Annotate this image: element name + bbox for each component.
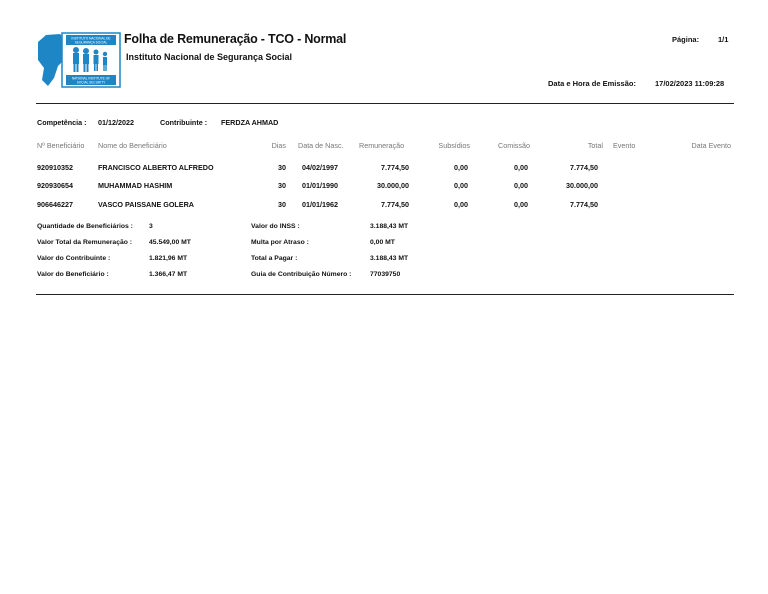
col-header-nasc: Data de Nasc.	[298, 141, 344, 150]
cell-rem: 7.774,50	[381, 200, 409, 209]
cell-com: 0,00	[514, 181, 528, 190]
col-header-num: Nº Beneficiário	[37, 141, 85, 150]
summary-vtr-label: Valor Total da Remuneração :	[37, 239, 133, 246]
emission-value: 17/02/2023 11:09:28	[655, 79, 725, 88]
cell-dias: 30	[278, 200, 286, 209]
summary-vc-label: Valor do Contribuinte :	[37, 255, 111, 262]
summary-multa-value: 0,00 MT	[370, 239, 395, 246]
summary-vb-value: 1.366,47 MT	[149, 271, 188, 278]
competencia-value: 01/12/2022	[98, 118, 134, 127]
cell-total: 30.000,00	[566, 181, 598, 190]
summary-inss-value: 3.188,43 MT	[370, 223, 409, 230]
report-subtitle: Instituto Nacional de Segurança Social	[126, 52, 293, 62]
logo-top-text-2: SEGURANÇA SOCIAL	[75, 41, 108, 45]
cell-total: 7.774,50	[570, 200, 598, 209]
cell-dias: 30	[278, 181, 286, 190]
header-divider	[36, 103, 734, 104]
cell-com: 0,00	[514, 163, 528, 172]
summary-tp-label: Total a Pagar :	[251, 255, 298, 262]
contribuinte-value: FERDZA AHMAD	[221, 118, 279, 127]
cell-nome: FRANCISCO ALBERTO ALFREDO	[98, 163, 214, 172]
cell-nasc: 01/01/1990	[302, 181, 338, 190]
summary-guia-label: Guia de Contribuição Número :	[251, 271, 352, 278]
col-header-data-evento: Data Evento	[691, 141, 731, 150]
col-header-evento: Evento	[613, 141, 636, 150]
cell-rem: 7.774,50	[381, 163, 409, 172]
summary-qtd-label: Quantidade de Beneficiários :	[37, 223, 133, 230]
col-header-subs: Subsídios	[438, 141, 470, 150]
logo-bottom-text-2: SOCIAL SECURITY	[77, 81, 106, 85]
cell-num: 920930654	[37, 181, 73, 190]
page-label: Página:	[672, 35, 700, 44]
col-header-total: Total	[587, 141, 603, 150]
summary-tp-value: 3.188,43 MT	[370, 255, 409, 262]
summary-inss-label: Valor do INSS :	[251, 223, 300, 230]
contribuinte-label: Contribuinte :	[160, 118, 208, 127]
cell-nasc: 04/02/1997	[302, 163, 338, 172]
inss-logo-graphic: INSTITUTO NACIONAL DE SEGURANÇA SOCIAL N…	[38, 32, 121, 88]
cell-dias: 30	[278, 163, 286, 172]
col-header-rem: Remuneração	[359, 141, 405, 150]
emission-label: Data e Hora de Emissão:	[548, 79, 636, 88]
cell-rem: 30.000,00	[377, 181, 409, 190]
table-row: 920910352 FRANCISCO ALBERTO ALFREDO 30 0…	[0, 163, 768, 175]
footer-divider	[36, 294, 734, 295]
summary-guia-value: 77039750	[370, 271, 401, 278]
col-header-nome: Nome do Beneficiário	[98, 141, 167, 150]
summary-vtr-value: 45.549,00 MT	[149, 239, 191, 246]
page-value: 1/1	[718, 35, 729, 44]
col-header-dias: Dias	[271, 141, 286, 150]
cell-nome: MUHAMMAD HASHIM	[98, 181, 173, 190]
inss-logo: INSTITUTO NACIONAL DE SEGURANÇA SOCIAL N…	[36, 32, 122, 88]
cell-subs: 0,00	[454, 200, 468, 209]
summary-vc-value: 1.821,96 MT	[149, 255, 188, 262]
table-row: 906646227 VASCO PAISSANE GOLERA 30 01/01…	[0, 200, 768, 212]
competencia-label: Competência :	[37, 118, 87, 127]
cell-subs: 0,00	[454, 163, 468, 172]
summary-qtd-value: 3	[149, 223, 153, 230]
summary-multa-label: Multa por Atraso :	[251, 239, 309, 246]
summary-vb-label: Valor do Beneficiário :	[37, 271, 109, 278]
cell-nasc: 01/01/1962	[302, 200, 338, 209]
report-title: Folha de Remuneração - TCO - Normal	[124, 32, 347, 46]
col-header-com: Comissão	[498, 141, 530, 150]
cell-subs: 0,00	[454, 181, 468, 190]
cell-num: 920910352	[37, 163, 73, 172]
table-row: 920930654 MUHAMMAD HASHIM 30 01/01/1990 …	[0, 181, 768, 193]
cell-com: 0,00	[514, 200, 528, 209]
cell-num: 906646227	[37, 200, 73, 209]
cell-nome: VASCO PAISSANE GOLERA	[98, 200, 194, 209]
cell-total: 7.774,50	[570, 163, 598, 172]
